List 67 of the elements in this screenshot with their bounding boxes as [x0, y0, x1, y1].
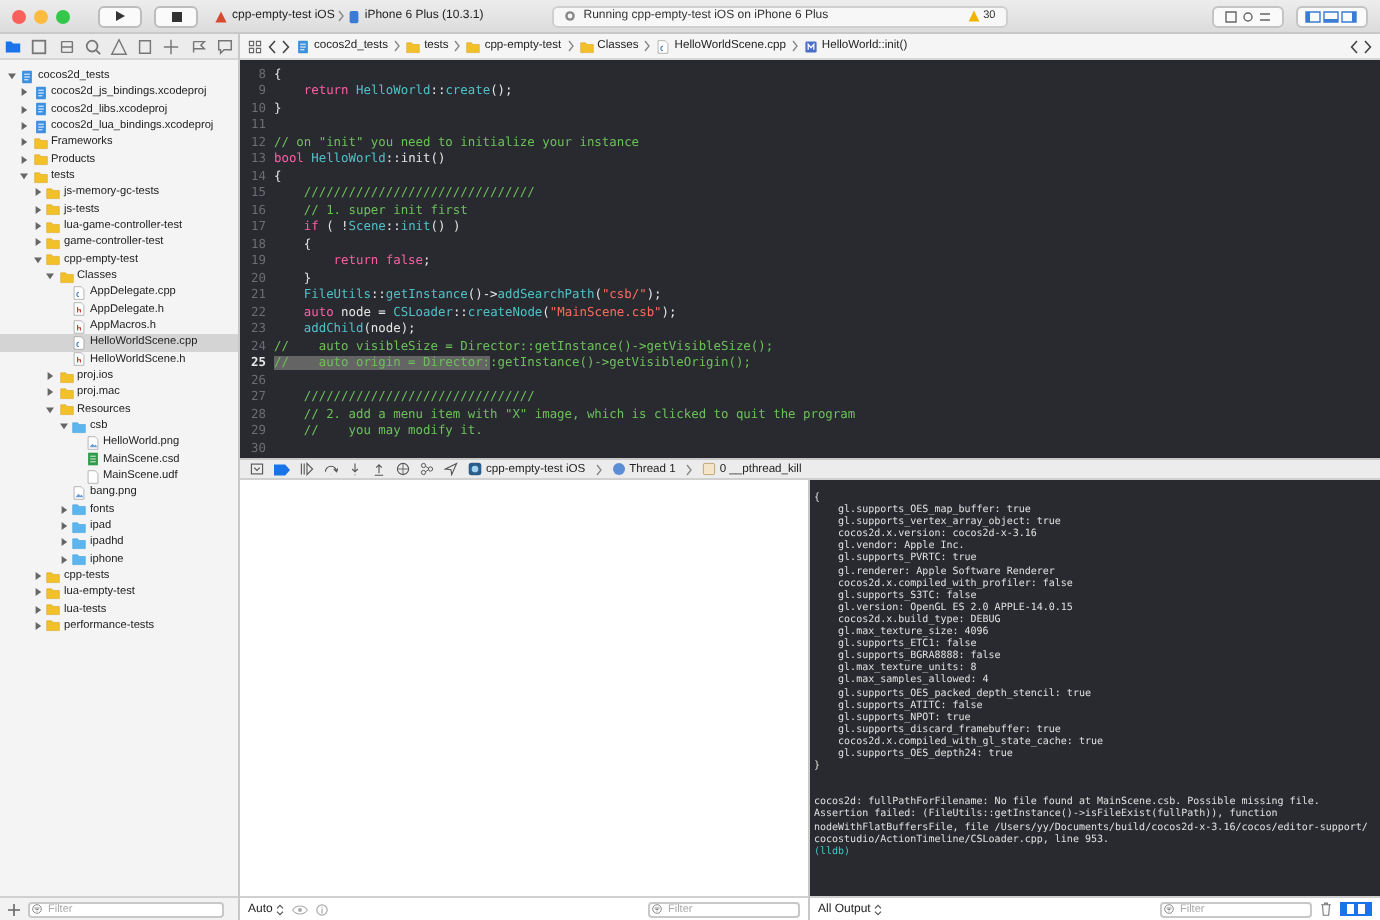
- split-view-icon[interactable]: [1340, 902, 1372, 916]
- trash-icon[interactable]: [1320, 902, 1332, 916]
- chevron-icon: [454, 40, 461, 52]
- location-icon[interactable]: [444, 462, 458, 476]
- scene-file-icon: [85, 452, 99, 467]
- up-down-arrows-icon: [276, 903, 285, 915]
- debug-navigator-tab[interactable]: [162, 37, 181, 55]
- stop-icon: [171, 11, 181, 21]
- run-button[interactable]: [98, 5, 142, 27]
- chevron-icon: [567, 40, 574, 52]
- thread-icon: [611, 462, 626, 476]
- memory-graph-icon[interactable]: [420, 462, 434, 476]
- app-icon: [468, 462, 482, 476]
- step-over-icon[interactable]: [324, 462, 338, 476]
- chevron-icon: [791, 40, 798, 52]
- chevron-icon: [338, 10, 345, 22]
- add-icon[interactable]: [8, 903, 20, 915]
- source-file-icon: [72, 285, 86, 300]
- expanded-disclosure-icon[interactable]: [20, 172, 28, 181]
- forward-icon[interactable]: [282, 39, 290, 53]
- test-navigator-tab[interactable]: [136, 37, 155, 55]
- panel-toggle-buttons[interactable]: [1296, 5, 1368, 27]
- image-file-icon: [85, 435, 99, 450]
- issue-navigator-tab[interactable]: [109, 37, 128, 55]
- related-items-icon[interactable]: [248, 39, 262, 53]
- warning-icon: [967, 10, 980, 22]
- hide-debug-area-icon[interactable]: [250, 462, 264, 476]
- chevron-icon: [644, 40, 651, 52]
- chevron-icon: [595, 463, 602, 475]
- symbol-navigator-tab[interactable]: [57, 37, 76, 55]
- filter-icon: [1164, 904, 1174, 914]
- filter-icon: [652, 904, 662, 914]
- document-icon: [85, 469, 99, 484]
- source-control-tab[interactable]: [30, 37, 49, 55]
- project-navigator-tab[interactable]: [4, 37, 23, 55]
- filter-icon: [32, 904, 42, 914]
- image-file-icon: [72, 485, 86, 500]
- back-icon[interactable]: [268, 39, 276, 53]
- phone-icon: [348, 9, 361, 23]
- editor-mode-buttons[interactable]: [1212, 5, 1284, 27]
- play-icon: [114, 10, 126, 22]
- folder-icon: [406, 39, 421, 53]
- stop-button[interactable]: [154, 5, 198, 27]
- method-icon: [803, 39, 818, 53]
- chevron-icon: [394, 40, 401, 52]
- breakpoints-toggle-icon[interactable]: [274, 463, 290, 475]
- next-issue-icon[interactable]: [1364, 39, 1372, 53]
- expanded-disclosure-icon[interactable]: [7, 72, 15, 81]
- step-into-icon[interactable]: [348, 462, 362, 476]
- breakpoint-navigator-tab[interactable]: [189, 37, 208, 55]
- chevron-icon: [685, 463, 692, 475]
- step-out-icon[interactable]: [372, 462, 386, 476]
- source-file-icon: [656, 39, 671, 53]
- project-file-icon: [296, 39, 310, 53]
- header-file-icon: [72, 352, 86, 367]
- app-icon: [214, 9, 228, 23]
- folder-icon: [579, 39, 594, 53]
- report-navigator-tab[interactable]: [215, 37, 234, 55]
- continue-icon[interactable]: [300, 462, 314, 476]
- stack-frame-icon: [701, 462, 716, 476]
- folder-icon: [466, 39, 481, 53]
- source-file-icon: [72, 335, 86, 350]
- progress-icon: [563, 10, 576, 22]
- previous-issue-icon[interactable]: [1350, 39, 1358, 53]
- search-tab[interactable]: [83, 37, 102, 55]
- view-hierarchy-icon[interactable]: [396, 462, 410, 476]
- up-down-arrows-icon: [874, 903, 883, 915]
